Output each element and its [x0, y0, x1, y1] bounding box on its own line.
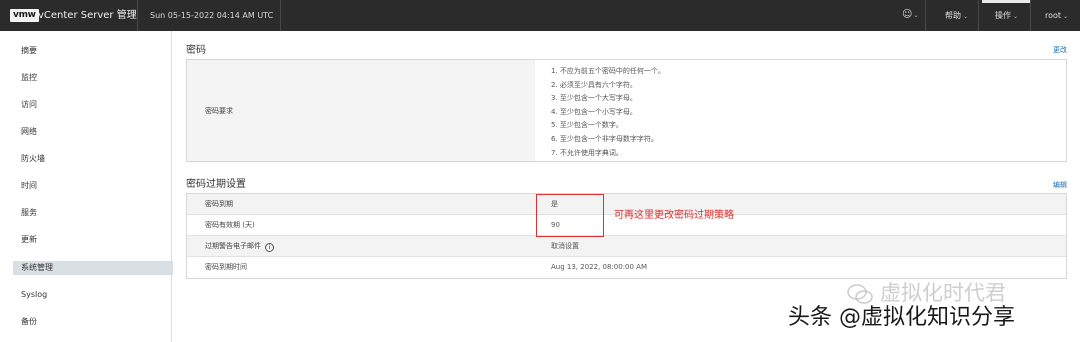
change-password-link[interactable]: 更改 — [1053, 45, 1067, 55]
sidebar-item-update[interactable]: 更新 — [13, 233, 173, 247]
highlight-box — [536, 194, 604, 237]
list-item: 1. 不应为前五个密码中的任何一个。 — [551, 67, 665, 75]
edit-expiration-link[interactable]: 编辑 — [1053, 180, 1067, 190]
row-value: Aug 13, 2022, 08:00:00 AM — [551, 263, 648, 271]
toutiao-watermark: 头条 @虚拟化知识分享 — [788, 305, 1015, 330]
sidebar-item-syslog[interactable]: Syslog — [13, 288, 173, 302]
list-item: 5. 至少包含一个数字。 — [551, 121, 623, 130]
actions-menu[interactable]: 操作 ⌄ — [995, 10, 1018, 22]
list-item: 3. 至少包含一个大写字母。 — [551, 94, 637, 103]
sidebar-item-networking[interactable]: 网络 — [13, 125, 173, 139]
active-menu-indicator — [982, 0, 1030, 3]
panel-label-column — [187, 60, 535, 161]
help-menu[interactable]: 帮助 ⌄ — [945, 10, 968, 22]
list-item: 2. 必须至少具有六个字符。 — [551, 80, 637, 89]
chevron-down-icon: ⌄ — [1063, 13, 1069, 20]
smiley-feedback-icon[interactable]: ☺⌄ — [902, 9, 918, 22]
app-title: vCenter Server 管理 — [38, 10, 137, 21]
top-header: vmw vCenter Server 管理 Sun 05-15-2022 04:… — [0, 0, 1080, 31]
sidebar-item-monitor[interactable]: 监控 — [13, 71, 173, 85]
list-item: 4. 至少包含一个小写字母。 — [551, 107, 637, 116]
chevron-down-icon: ⌄ — [963, 13, 969, 20]
sidebar-item-services[interactable]: 服务 — [13, 206, 173, 220]
sidebar-item-time[interactable]: 时间 — [13, 179, 173, 193]
row-label: 过期警告电子邮件 i — [205, 241, 274, 252]
table-row: 过期警告电子邮件 i 取消设置 — [187, 236, 1066, 257]
sidebar-item-administration[interactable]: 系统管理 — [13, 261, 173, 275]
expiration-section-title: 密码过期设置 — [186, 179, 246, 190]
header-datetime: Sun 05-15-2022 04:14 AM UTC — [150, 11, 274, 20]
sidebar-item-access[interactable]: 访问 — [13, 98, 173, 112]
row-label: 密码有效期 (天) — [205, 221, 255, 229]
header-divider — [1030, 0, 1031, 31]
row-label: 密码到期时间 — [205, 263, 247, 271]
row-value: 取消设置 — [551, 242, 579, 250]
list-item: 6. 至少包含一个非字母数字字符。 — [551, 134, 658, 143]
password-requirements-label: 密码要求 — [205, 107, 233, 115]
chevron-down-icon: ⌄ — [1013, 13, 1019, 20]
sidebar-item-firewall[interactable]: 防火墙 — [13, 152, 173, 166]
table-row: 密码到期时间 Aug 13, 2022, 08:00:00 AM — [187, 257, 1066, 278]
row-label: 密码到期 — [205, 200, 233, 208]
header-divider — [137, 0, 138, 31]
user-menu[interactable]: root ⌄ — [1045, 10, 1068, 22]
password-section-title: 密码 — [186, 45, 206, 56]
header-divider — [925, 0, 926, 31]
sidebar-item-backup[interactable]: 备份 — [13, 315, 173, 329]
expiration-settings-panel: 密码到期 是 密码有效期 (天) 90 过期警告电子邮件 i 取消设置 密码到期时… — [186, 193, 1067, 279]
password-requirements-list: 1. 不应为前五个密码中的任何一个。 2. 必须至少具有六个字符。 3. 至少包… — [551, 65, 665, 160]
list-item: 7. 不允许使用字典词。 — [551, 148, 623, 157]
vmware-logo: vmw — [10, 9, 39, 22]
password-requirements-panel: 密码要求 1. 不应为前五个密码中的任何一个。 2. 必须至少具有六个字符。 3… — [186, 59, 1067, 162]
wechat-icon — [847, 284, 873, 304]
annotation-text: 可再这里更改密码过期策略 — [614, 210, 734, 221]
sidebar-item-summary[interactable]: 摘要 — [13, 44, 173, 58]
header-divider — [280, 0, 281, 31]
info-icon[interactable]: i — [265, 243, 274, 252]
sidebar-nav: 摘要 监控 访问 网络 防火墙 时间 服务 更新 系统管理 Syslog 备份 — [0, 31, 173, 342]
header-divider — [978, 0, 979, 31]
